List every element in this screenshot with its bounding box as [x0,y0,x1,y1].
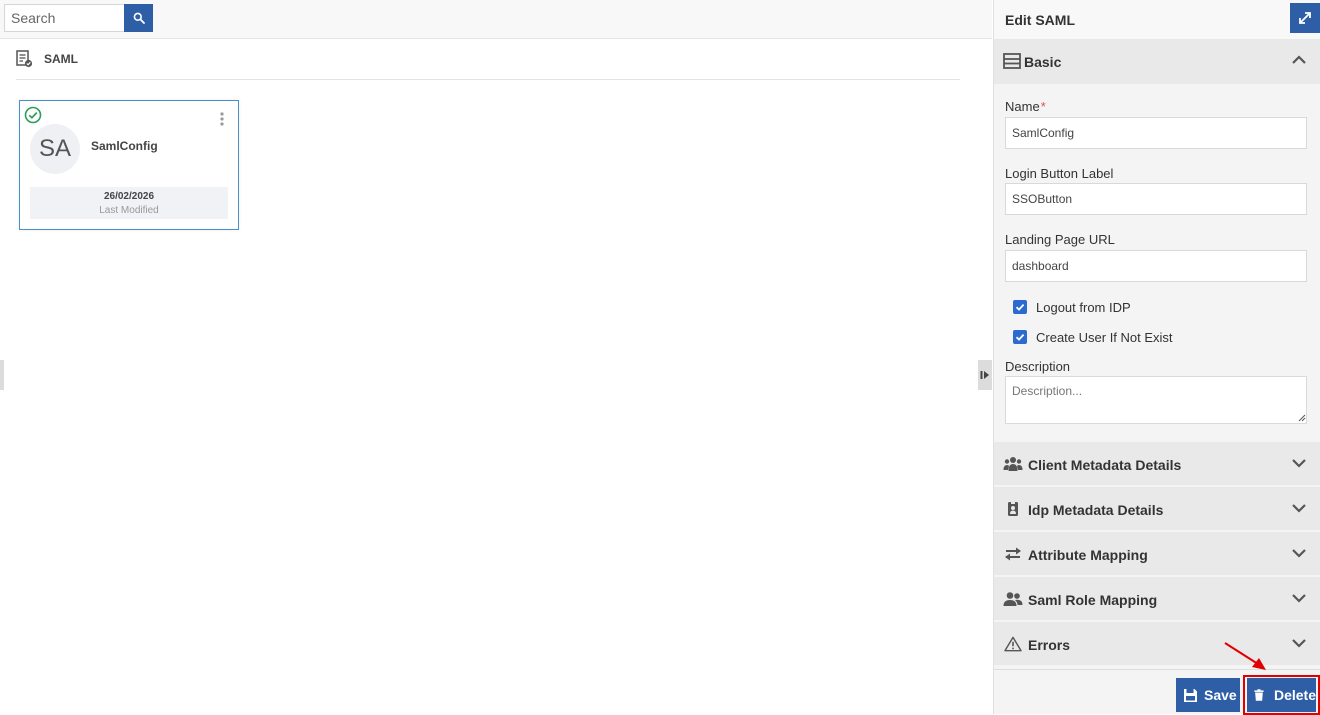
accordion-basic-header[interactable]: Basic [994,39,1320,84]
description-field[interactable] [1005,376,1307,424]
checkmark-icon [1015,333,1025,341]
logout-from-idp-checkbox[interactable] [1013,300,1027,314]
expand-button[interactable] [1290,3,1320,33]
form-icon [1003,53,1021,69]
landing-page-url-field[interactable] [1005,250,1307,282]
description-label: Description [1005,359,1071,374]
user-group-icon [1003,592,1023,606]
accordion-idp-metadata-label: Idp Metadata Details [1028,502,1164,518]
accordion-errors[interactable]: Errors [994,621,1320,665]
accordion-basic-label: Basic [1024,54,1062,70]
chevron-down-icon[interactable] [1291,457,1307,469]
section-title: SAML [44,52,78,66]
left-sidebar-handle[interactable] [0,360,4,390]
panel-title: Edit SAML [1005,12,1075,28]
main-content: SAML SA SamlConfig 26/02/2026 Last Modif… [0,0,992,714]
search-input[interactable] [4,4,125,32]
landing-page-url-label: Landing Page URL [1005,232,1115,247]
warning-icon [1004,636,1022,652]
name-field[interactable] [1005,117,1307,149]
panel-header: Edit SAML [994,0,1320,39]
create-user-label: Create User If Not Exist [1036,329,1173,345]
last-modified-date: 26/02/2026 [103,191,155,202]
search-icon [133,12,145,24]
panel-collapse-handle[interactable] [978,360,992,390]
create-user-row[interactable]: Create User If Not Exist [1013,328,1173,346]
logout-from-idp-label: Logout from IDP [1036,299,1131,315]
kebab-menu-icon[interactable] [218,111,226,127]
checkmark-icon [1015,303,1025,311]
card-title: SamlConfig [91,139,158,153]
resize-grip-icon[interactable] [1298,414,1306,422]
top-toolbar [0,0,992,39]
chevron-up-icon[interactable] [1291,54,1307,66]
login-button-label-field[interactable] [1005,183,1307,215]
check-circle-icon [24,106,42,124]
saml-config-card[interactable]: SA SamlConfig 26/02/2026 Last Modified [19,100,239,230]
users-icon [1003,457,1023,471]
avatar: SA [30,124,80,174]
chevron-down-icon[interactable] [1291,637,1307,649]
exchange-icon [1005,547,1021,561]
delete-button[interactable]: Delete [1247,678,1316,712]
chevron-down-icon[interactable] [1291,592,1307,604]
save-label: Save [1204,687,1237,703]
accordion-client-metadata[interactable]: Client Metadata Details [994,441,1320,485]
accordion-client-metadata-label: Client Metadata Details [1028,457,1182,473]
edit-panel: Edit SAML Basic Name* Login Button Label… [993,0,1320,715]
save-button[interactable]: Save [1176,678,1240,712]
trash-icon [1254,689,1264,701]
logout-from-idp-row[interactable]: Logout from IDP [1013,298,1131,316]
search-button[interactable] [124,4,153,32]
last-modified-caption: Last Modified [99,205,159,216]
id-badge-icon [1008,501,1018,516]
expand-icon [1299,12,1311,24]
chevron-down-icon[interactable] [1291,502,1307,514]
login-button-label-label: Login Button Label [1005,166,1114,181]
saml-doc-icon [16,50,33,68]
collapse-arrow-icon [980,371,989,379]
accordion-saml-role-mapping-label: Saml Role Mapping [1028,592,1158,608]
section-header: SAML [16,49,960,80]
accordion-attribute-mapping-label: Attribute Mapping [1028,547,1148,563]
accordion-attribute-mapping[interactable]: Attribute Mapping [994,531,1320,575]
name-label-text: Name [1005,99,1040,114]
basic-form: Name* Login Button Label Landing Page UR… [994,84,1320,441]
name-label: Name* [1005,99,1046,114]
create-user-checkbox[interactable] [1013,330,1027,344]
accordion-errors-label: Errors [1028,637,1071,653]
accordion-saml-role-mapping[interactable]: Saml Role Mapping [994,576,1320,620]
required-mark: * [1040,99,1046,114]
accordion-idp-metadata[interactable]: Idp Metadata Details [994,486,1320,530]
card-footer: 26/02/2026 Last Modified [30,187,228,219]
delete-label: Delete [1273,687,1316,703]
panel-footer: Save Delete [994,669,1320,715]
chevron-down-icon[interactable] [1291,547,1307,559]
save-icon [1184,688,1197,702]
